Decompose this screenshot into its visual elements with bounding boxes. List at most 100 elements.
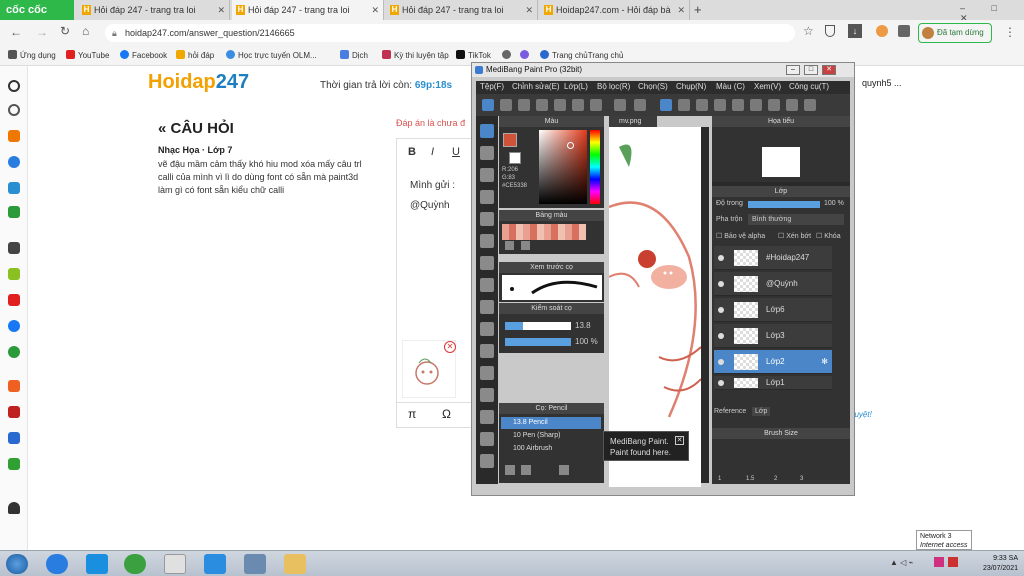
layer-item[interactable]: Lớp1 — [714, 376, 832, 390]
eye-icon[interactable] — [718, 333, 724, 339]
brush-opacity-value[interactable]: 100 % — [575, 337, 598, 346]
canvas-scrollbar[interactable] — [701, 127, 709, 483]
primary-color-swatch[interactable] — [503, 133, 517, 147]
menu-icon[interactable]: ⋮ — [1004, 25, 1016, 39]
url-field[interactable]: 🔒︎ hoidap247.com/answer_question/2146665 — [105, 24, 795, 42]
menu-tools[interactable]: Công cụ(T) — [789, 82, 829, 91]
folder-icon[interactable] — [284, 554, 306, 574]
underline-button[interactable]: U — [452, 146, 460, 158]
paint-icon[interactable] — [244, 554, 266, 574]
italic-button[interactable]: I — [431, 146, 434, 158]
brush-size-option[interactable]: 3 — [800, 476, 803, 482]
brush-size-slider[interactable] — [505, 322, 571, 330]
tab-layer[interactable]: Lớp — [752, 407, 771, 416]
settings-icon[interactable] — [804, 99, 816, 111]
layer-item[interactable]: Lớp6 — [714, 298, 832, 322]
bold-button[interactable]: B — [408, 146, 416, 158]
brush-airbrush[interactable]: 100 Airbrush — [501, 443, 601, 455]
game-icon[interactable] — [8, 206, 20, 218]
brush-pencil[interactable]: 13.8 Pencil — [501, 417, 601, 429]
close-button[interactable]: ✕ — [822, 65, 836, 75]
site-logo[interactable]: Hoidap247 — [148, 71, 249, 94]
youtube-icon[interactable] — [8, 294, 20, 306]
tray-icons[interactable]: ▲ ◁ ⌁ — [890, 558, 913, 567]
layer-item-selected[interactable]: Lớp2 ✻ — [714, 350, 832, 374]
add-icon[interactable] — [8, 242, 20, 254]
new-tab-button[interactable]: + — [694, 2, 702, 17]
zalo-icon[interactable] — [8, 182, 20, 194]
messenger-icon[interactable] — [8, 156, 20, 168]
pi-button[interactable]: π — [408, 407, 416, 421]
radial-icon[interactable] — [750, 99, 762, 111]
bookmark-globe[interactable] — [502, 50, 514, 60]
list-icon[interactable] — [590, 99, 602, 111]
move-tool-icon[interactable] — [480, 212, 494, 226]
protect-alpha-checkbox[interactable]: ☐ Bảo vệ alpha — [716, 232, 765, 240]
navigator-preview[interactable] — [762, 147, 800, 177]
sale-icon[interactable] — [8, 432, 20, 444]
start-button[interactable] — [6, 554, 28, 574]
star-icon[interactable]: ☆ — [803, 24, 814, 38]
omega-button[interactable]: Ω — [442, 407, 451, 421]
menu-capture[interactable]: Chụp(N) — [676, 82, 706, 91]
comment-icon[interactable] — [518, 99, 530, 111]
tab-1[interactable]: H Hỏi đáp 247 - trang tra loi ✕ — [78, 0, 230, 20]
bookmark-tiktok[interactable]: TikTok — [456, 50, 491, 60]
grid2-icon[interactable] — [696, 99, 708, 111]
zalo-icon[interactable] — [86, 554, 108, 574]
menu-filter[interactable]: Bộ lọc(R) — [597, 82, 630, 91]
ie-icon[interactable] — [46, 554, 68, 574]
remove-image-icon[interactable]: ✕ — [444, 341, 456, 353]
puzzle-icon[interactable] — [898, 25, 910, 37]
bookmark-youtube[interactable]: YouTube — [66, 50, 109, 60]
fill-rect-icon[interactable] — [480, 234, 494, 248]
grid-icon[interactable] — [678, 99, 690, 111]
app-icon[interactable] — [8, 268, 20, 280]
bookmark-olm[interactable]: Học trực tuyến OLM... — [226, 50, 317, 60]
redo-icon[interactable] — [634, 99, 646, 111]
close-icon[interactable]: ✕ — [677, 0, 685, 20]
eye-icon[interactable] — [718, 281, 724, 287]
zoom-icon[interactable] — [204, 554, 226, 574]
marquee-tool-icon[interactable] — [480, 300, 494, 314]
brush-size-option[interactable]: 2 — [774, 476, 777, 482]
share-icon[interactable] — [500, 99, 512, 111]
brush-opacity-slider[interactable] — [505, 338, 571, 346]
shield-icon[interactable] — [825, 25, 835, 37]
history-icon[interactable] — [8, 104, 20, 116]
lasso-tool-icon[interactable] — [480, 322, 494, 336]
tab-3[interactable]: H Hỏi đáp 247 - trang tra loi ✕ — [386, 0, 538, 20]
brush-tool-icon[interactable] — [480, 124, 494, 138]
minimize-button[interactable]: – — [786, 65, 800, 75]
clock[interactable]: 9:33 SA 23/07/2021 — [983, 554, 1018, 574]
extension-icon[interactable] — [876, 25, 888, 37]
chat-icon[interactable] — [536, 99, 548, 111]
canvas-tab[interactable]: mv.png — [609, 116, 657, 127]
map-icon[interactable] — [8, 458, 20, 470]
select-tool-icon[interactable] — [480, 190, 494, 204]
menu-select[interactable]: Chọn(S) — [638, 82, 668, 91]
eye-icon[interactable] — [718, 380, 724, 386]
bell-icon[interactable] — [8, 502, 20, 514]
palette-swatches[interactable] — [502, 224, 586, 240]
brush-folder-icon[interactable] — [559, 465, 569, 475]
snap-icon[interactable] — [786, 99, 798, 111]
menu-file[interactable]: Tệp(F) — [480, 82, 504, 91]
vtv-icon[interactable] — [8, 406, 20, 418]
layer-item[interactable]: #Hoidap247 — [714, 246, 832, 270]
concentric-icon[interactable] — [768, 99, 780, 111]
bookmark-discord[interactable] — [520, 50, 532, 60]
answer-text[interactable]: Mình gửi : @Quỳnh — [410, 176, 455, 216]
tab-4[interactable]: H Hoidap247.com - Hỏi đáp bà ✕ — [540, 0, 690, 20]
username[interactable]: quynh5 ... — [862, 78, 902, 88]
coccoc-icon[interactable] — [124, 554, 146, 574]
hand-tool-icon[interactable] — [480, 432, 494, 446]
menu-edit[interactable]: Chỉnh sửa(E) — [512, 82, 560, 91]
crown-icon[interactable] — [8, 130, 20, 142]
facebook-icon[interactable] — [8, 320, 20, 332]
layer-item[interactable]: Lớp3 — [714, 324, 832, 348]
bookmark-hoidap[interactable]: hỏi đáp — [176, 50, 214, 60]
reload-icon[interactable]: ↻ — [60, 24, 70, 38]
eye-icon[interactable] — [718, 307, 724, 313]
eye-icon[interactable] — [718, 255, 724, 261]
